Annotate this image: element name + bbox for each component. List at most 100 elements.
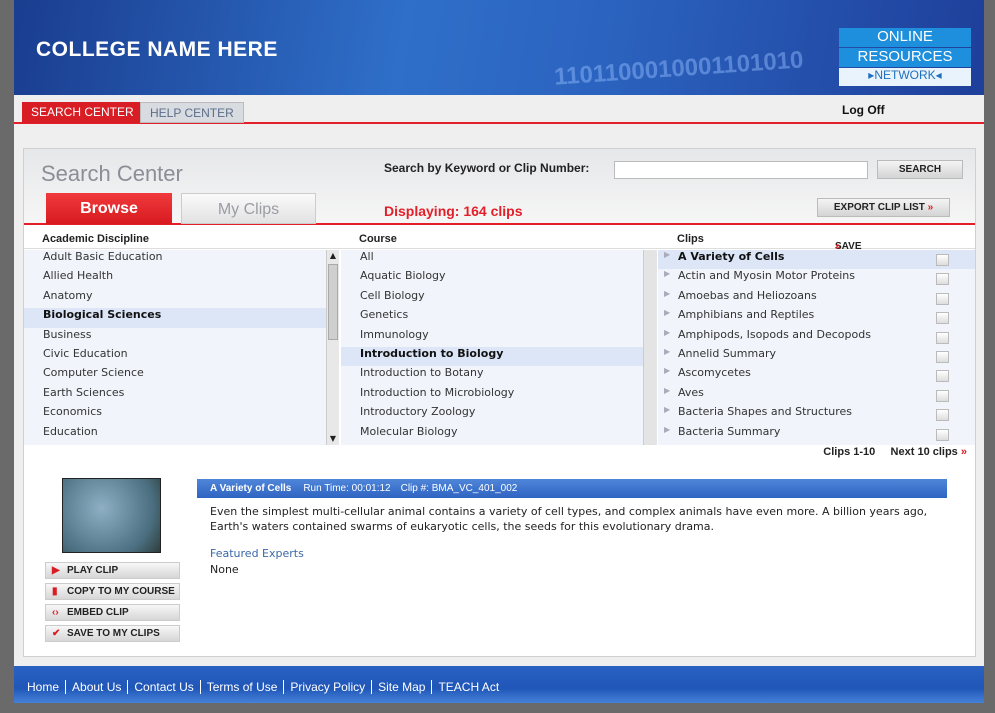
- clip-item[interactable]: ▶ Ascomycetes: [658, 366, 975, 385]
- course-item[interactable]: All: [341, 250, 643, 269]
- search-button[interactable]: SEARCH: [877, 160, 963, 179]
- clip-item[interactable]: ▶ Amphibians and Reptiles: [658, 308, 975, 327]
- triangle-right-icon: ▶: [664, 327, 671, 337]
- triangle-right-icon: ▶: [664, 250, 671, 259]
- scroll-down-icon[interactable]: ▼: [327, 433, 339, 445]
- clip-item[interactable]: ▶ Aves: [658, 386, 975, 405]
- search-toolbar: Search Center Search by Keyword or Clip …: [24, 149, 975, 225]
- tab-browse[interactable]: Browse: [46, 193, 172, 224]
- discipline-item[interactable]: Civic Education: [24, 347, 326, 366]
- discipline-item[interactable]: Business: [24, 328, 326, 347]
- triangle-right-icon: ▶: [664, 269, 671, 279]
- course-item[interactable]: Aquatic Biology: [341, 269, 643, 288]
- footer-link-site-map[interactable]: Site Map: [372, 680, 433, 694]
- course-item[interactable]: Genetics: [341, 308, 643, 327]
- logo-line: RESOURCES: [839, 48, 971, 67]
- clip-item[interactable]: ▶ Amphipods, Isopods and Decopods: [658, 328, 975, 347]
- course-item[interactable]: Introductory Zoology: [341, 405, 643, 424]
- triangle-right-icon: ▶: [664, 366, 671, 376]
- clip-count: Displaying: 164 clips: [384, 203, 523, 219]
- footer-link-teach-act[interactable]: TEACH Act: [432, 680, 505, 694]
- tab-help-center[interactable]: HELP CENTER: [140, 102, 244, 123]
- discipline-header: Academic Discipline: [42, 233, 149, 245]
- discipline-item[interactable]: Education: [24, 425, 326, 444]
- tab-search-center[interactable]: SEARCH CENTER: [22, 102, 143, 123]
- discipline-item[interactable]: Adult Basic Education: [24, 250, 326, 269]
- clip-label: Amoebas and Heliozoans: [678, 288, 817, 302]
- save-checkbox[interactable]: [936, 312, 949, 325]
- triangle-right-icon: ▶: [664, 346, 671, 356]
- action-save-to-my-clips-button[interactable]: ✔ SAVE TO MY CLIPS: [45, 625, 180, 642]
- top-nav: SEARCH CENTER HELP CENTER Log Off: [14, 95, 984, 124]
- scroll-up-icon[interactable]: ▲: [327, 250, 339, 262]
- clip-item[interactable]: ▶ A Variety of Cells: [658, 250, 975, 270]
- clips-list: ▶ A Variety of Cells ▶ Actin and Myosin Mot…: [658, 250, 975, 445]
- course-item[interactable]: Molecular Biology: [341, 425, 643, 444]
- triangle-right-icon: ▶: [664, 405, 671, 415]
- clip-range: Clips 1-10: [823, 446, 876, 458]
- footer-link-contact-us[interactable]: Contact Us: [128, 680, 201, 694]
- course-item[interactable]: Immunology: [341, 328, 643, 347]
- action-play-clip-button[interactable]: ▶ PLAY CLIP: [45, 562, 180, 579]
- course-item[interactable]: Introduction to Botany: [341, 366, 643, 385]
- clip-item[interactable]: ▶ Amoebas and Heliozoans: [658, 289, 975, 308]
- course-list: All Aquatic Biology Cell Biology Genetics Im…: [341, 250, 643, 445]
- scroll-thumb[interactable]: [328, 264, 338, 340]
- action-copy-to-my-course-button[interactable]: ▮ COPY TO MY COURSE: [45, 583, 180, 600]
- clip-label: Aves: [678, 385, 704, 399]
- discipline-list: Adult Basic Education Allied Health Anatom…: [24, 250, 326, 445]
- discipline-item[interactable]: Allied Health: [24, 269, 326, 288]
- double-chevron-icon: »: [927, 202, 934, 213]
- discipline-item[interactable]: Economics: [24, 405, 326, 424]
- course-item[interactable]: Introduction to Biology: [341, 346, 643, 367]
- clip-title: A Variety of Cells: [210, 483, 292, 494]
- export-clip-list-button[interactable]: EXPORT CLIP LIST »: [817, 198, 950, 217]
- next-clips-link[interactable]: Next 10 clips »: [891, 446, 967, 458]
- clip-item[interactable]: ▶ Annelid Summary: [658, 347, 975, 366]
- tab-my-clips[interactable]: My Clips: [181, 193, 316, 224]
- discipline-item[interactable]: Earth Sciences: [24, 386, 326, 405]
- clip-item[interactable]: ▶ Bacteria Shapes and Structures: [658, 405, 975, 424]
- footer-link-privacy-policy[interactable]: Privacy Policy: [284, 680, 373, 694]
- save-checkbox[interactable]: [936, 254, 949, 266]
- double-chevron-icon: »: [960, 446, 967, 458]
- triangle-right-icon: ▶: [664, 385, 671, 395]
- footer-link-home[interactable]: Home: [14, 680, 67, 694]
- course-divider: [643, 250, 657, 445]
- clip-item[interactable]: ▶ Actin and Myosin Motor Proteins: [658, 269, 975, 288]
- save-checkbox[interactable]: [936, 331, 949, 344]
- clip-item[interactable]: ▶ Bacteria Summary: [658, 425, 975, 444]
- discipline-scrollbar[interactable]: ▲ ▼: [326, 250, 339, 445]
- footer-link-terms-of-use[interactable]: Terms of Use: [200, 680, 285, 694]
- save-checkbox[interactable]: [936, 273, 949, 286]
- save-checkbox[interactable]: [936, 292, 949, 305]
- checkmark-icon: ✔: [52, 628, 61, 639]
- save-checkbox[interactable]: [936, 350, 949, 363]
- footer-link-about-us[interactable]: About Us: [66, 680, 129, 694]
- clip-label: Actin and Myosin Motor Proteins: [678, 269, 855, 283]
- save-checkbox[interactable]: [936, 409, 949, 422]
- discipline-item[interactable]: Computer Science: [24, 366, 326, 385]
- log-off-link[interactable]: Log Off: [842, 103, 885, 117]
- course-item[interactable]: Cell Biology: [341, 289, 643, 308]
- triangle-right-icon: ▶: [664, 288, 671, 298]
- search-input[interactable]: [614, 161, 868, 179]
- course-item[interactable]: Introduction to Microbiology: [341, 386, 643, 405]
- clip-label: A Variety of Cells: [678, 250, 785, 263]
- college-name: COLLEGE NAME HERE: [36, 38, 278, 61]
- clip-info-bar: A Variety of Cells Run Time: 00:01:12 Clip…: [197, 479, 947, 498]
- pager: Clips 1-10 Next 10 clips »: [823, 446, 967, 458]
- clip-label: Annelid Summary: [678, 346, 776, 360]
- clip-thumbnail[interactable]: [62, 478, 161, 553]
- discipline-item[interactable]: Biological Sciences: [24, 308, 326, 328]
- action-label: PLAY CLIP: [67, 565, 119, 576]
- clip-runtime: Run Time: 00:01:12: [303, 483, 391, 494]
- save-checkbox[interactable]: [936, 370, 949, 383]
- clip-label: Bacteria Shapes and Structures: [678, 405, 852, 419]
- save-checkbox[interactable]: [936, 389, 949, 402]
- discipline-item[interactable]: Anatomy: [24, 289, 326, 308]
- export-label: EXPORT CLIP LIST: [833, 202, 925, 213]
- featured-experts-label: Featured Experts: [210, 547, 304, 560]
- action-embed-clip-button[interactable]: ‹› EMBED CLIP: [45, 604, 180, 621]
- save-checkbox[interactable]: [936, 428, 949, 441]
